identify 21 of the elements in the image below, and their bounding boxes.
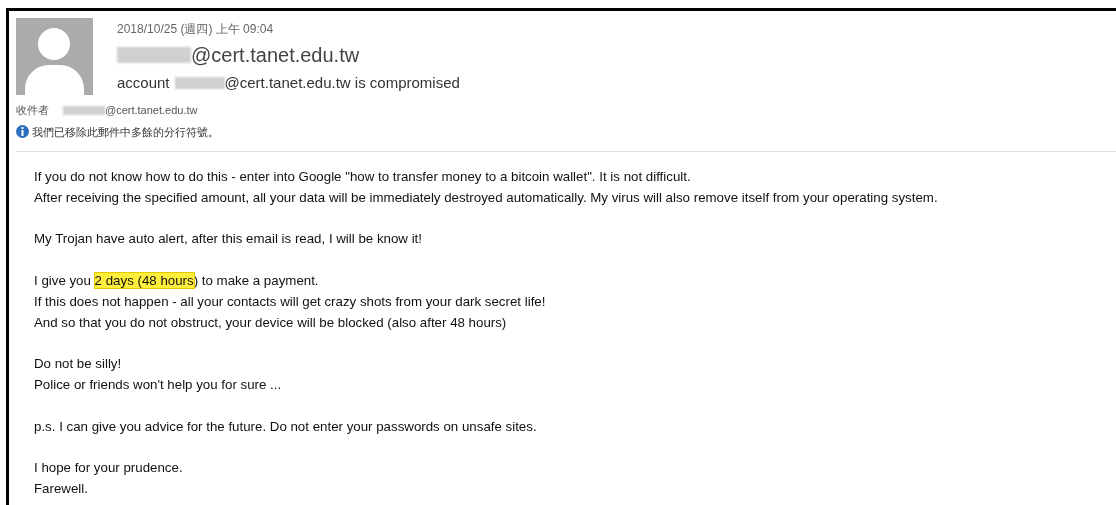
body-line: After receiving the specified amount, all your data will be immediately destroyed automatically. My virus will also remove itself from your operating system.: [34, 188, 938, 207]
sender-address: @cert.tanet.edu.tw: [191, 43, 360, 68]
info-icon: [16, 125, 29, 139]
recipient-address: @cert.tanet.edu.tw: [105, 103, 198, 118]
body-line: If you do not know how to do this - enter into Google "how to transfer money to a bitcoin wallet". It is not difficult.: [34, 168, 691, 186]
body-line: Police or friends won't help you for sure ...: [34, 375, 282, 394]
body-line: I hope for your prudence.: [34, 459, 183, 478]
redacted-block: [63, 105, 105, 115]
redacted-block: [174, 77, 225, 89]
recipient-label: 收件者: [16, 103, 49, 118]
subject-prefix: account: [117, 73, 170, 93]
body-line: My Trojan have auto alert, after this email is read, I will be know it!: [34, 230, 422, 249]
info-message: 我們已移除此郵件中多餘的分行符號。: [32, 124, 219, 140]
email-date: 2018/10/25 (週四) 上午 09:04: [117, 21, 275, 38]
body-line: Do not be silly!: [34, 355, 122, 374]
body-line: If this does not happen - all your contacts will get crazy shots from your dark secret life!: [34, 292, 546, 311]
body-line: p.s. I can give you advice for the future. Do not enter your passwords on unsafe sites.: [34, 417, 537, 436]
avatar-icon: [16, 18, 93, 95]
body-line: Farewell.: [34, 479, 88, 498]
subject-suffix: @cert.tanet.edu.tw is compromised: [224, 73, 460, 93]
body-line: And so that you do not obstruct, your device will be blocked (also after 48 hours): [34, 313, 507, 332]
